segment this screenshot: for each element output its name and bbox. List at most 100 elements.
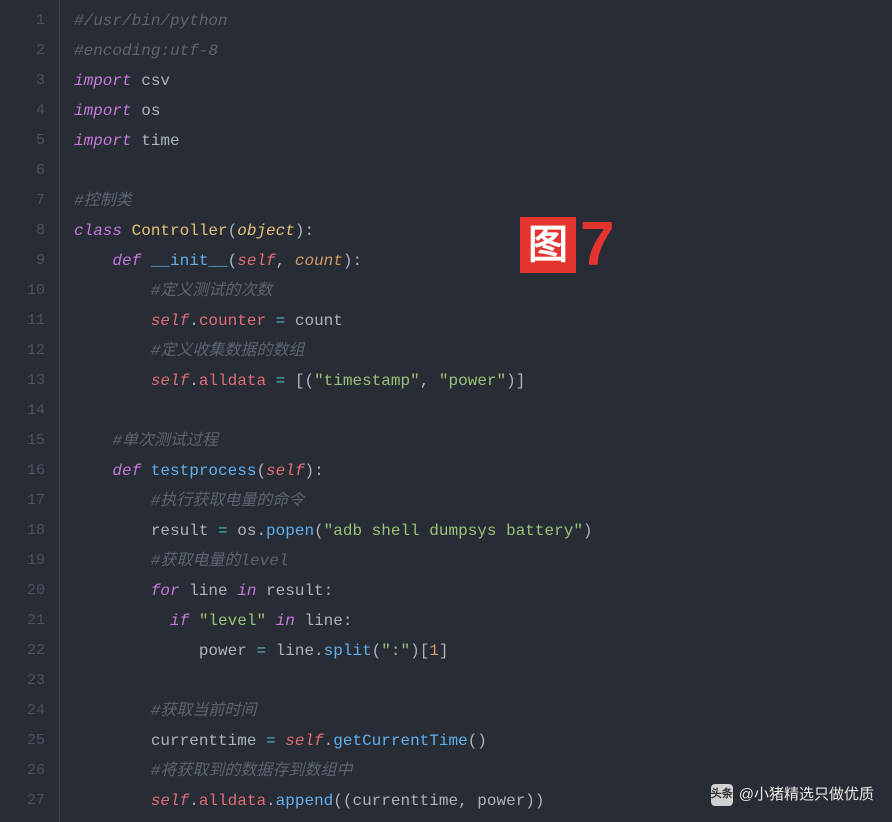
line-number: 26 xyxy=(0,756,45,786)
token-punct: ( xyxy=(228,252,238,270)
token-punct: )] xyxy=(506,372,525,390)
code-line[interactable]: self.alldata = [("timestamp", "power")] xyxy=(74,366,892,396)
token-func: append xyxy=(276,792,334,810)
token-punct: )[ xyxy=(410,642,429,660)
line-number: 27 xyxy=(0,786,45,816)
line-number: 2 xyxy=(0,36,45,66)
token-name: csv xyxy=(132,72,170,90)
token-string: ":" xyxy=(381,642,410,660)
line-number-gutter: 1234567891011121314151617181920212223242… xyxy=(0,0,60,822)
token-comment: #获取当前时间 xyxy=(151,702,257,720)
token-func: popen xyxy=(266,522,314,540)
code-line[interactable]: import os xyxy=(74,96,892,126)
code-area[interactable]: #/usr/bin/python #encoding:utf-8 import cs… xyxy=(60,0,892,822)
token-keyword: if xyxy=(170,612,189,630)
line-number: 19 xyxy=(0,546,45,576)
token-name xyxy=(74,582,151,600)
line-number: 22 xyxy=(0,636,45,666)
code-line[interactable]: #encoding:utf-8 xyxy=(74,36,892,66)
token-punct xyxy=(276,732,286,750)
token-attr: counter xyxy=(199,312,266,330)
token-punct xyxy=(189,612,199,630)
token-func: getCurrentTime xyxy=(333,732,467,750)
code-line[interactable]: #执行获取电量的命令 xyxy=(74,486,892,516)
token-name: result xyxy=(74,522,218,540)
line-number: 15 xyxy=(0,426,45,456)
line-number: 18 xyxy=(0,516,45,546)
line-number: 6 xyxy=(0,156,45,186)
token-punct: line. xyxy=(266,642,324,660)
token-self: self xyxy=(151,372,189,390)
token-punct: . xyxy=(189,792,199,810)
token-punct: [( xyxy=(285,372,314,390)
code-line[interactable]: self.counter = count xyxy=(74,306,892,336)
token-comment: #encoding:utf-8 xyxy=(74,42,218,60)
code-line[interactable]: currenttime = self.getCurrentTime() xyxy=(74,726,892,756)
line-number: 20 xyxy=(0,576,45,606)
token-comment: #/usr/bin/python xyxy=(74,12,228,30)
token-def: class xyxy=(74,222,132,240)
token-comment: #定义收集数据的数组 xyxy=(151,342,305,360)
code-line[interactable] xyxy=(74,666,892,696)
token-punct: , xyxy=(276,252,295,270)
token-comment: #执行获取电量的命令 xyxy=(151,492,305,510)
token-def: def xyxy=(112,252,150,270)
code-line[interactable]: def __init__(self, count): xyxy=(74,246,892,276)
token-punct: : xyxy=(343,612,353,630)
token-self: self xyxy=(237,252,275,270)
token-self: self xyxy=(285,732,323,750)
token-punct: ( xyxy=(256,462,266,480)
token-name: power xyxy=(74,642,256,660)
code-line[interactable]: #定义收集数据的数组 xyxy=(74,336,892,366)
token-punct: . xyxy=(324,732,334,750)
code-line[interactable]: #/usr/bin/python xyxy=(74,6,892,36)
token-param: count xyxy=(295,252,343,270)
token-op: = xyxy=(218,522,228,540)
code-line[interactable]: #定义测试的次数 xyxy=(74,276,892,306)
token-name: line xyxy=(180,582,238,600)
code-line[interactable]: #控制类 xyxy=(74,186,892,216)
token-punct: ] xyxy=(439,642,449,660)
code-line[interactable]: import csv xyxy=(74,66,892,96)
token-name xyxy=(74,252,112,270)
code-line[interactable] xyxy=(74,396,892,426)
token-punct: : xyxy=(324,582,334,600)
token-punct: count xyxy=(285,312,343,330)
code-line[interactable]: #单次测试过程 xyxy=(74,426,892,456)
token-keyword: for xyxy=(151,582,180,600)
code-line[interactable]: import time xyxy=(74,126,892,156)
code-line[interactable]: #获取当前时间 xyxy=(74,696,892,726)
token-builtin: object xyxy=(237,222,295,240)
line-number: 9 xyxy=(0,246,45,276)
line-number: 24 xyxy=(0,696,45,726)
code-line[interactable]: def testprocess(self): xyxy=(74,456,892,486)
code-line[interactable]: result = os.popen("adb shell dumpsys bat… xyxy=(74,516,892,546)
token-name: result xyxy=(256,582,323,600)
token-punct xyxy=(266,372,276,390)
code-line[interactable]: #获取电量的level xyxy=(74,546,892,576)
line-number: 5 xyxy=(0,126,45,156)
token-comment: #单次测试过程 xyxy=(112,432,218,450)
line-number: 7 xyxy=(0,186,45,216)
token-punct: : xyxy=(352,252,362,270)
token-name: currenttime xyxy=(74,732,266,750)
line-number: 25 xyxy=(0,726,45,756)
line-number: 1 xyxy=(0,6,45,36)
token-string: "level" xyxy=(199,612,266,630)
token-name: os xyxy=(132,102,161,120)
code-line[interactable]: for line in result: xyxy=(74,576,892,606)
token-name: time xyxy=(132,132,180,150)
code-line[interactable] xyxy=(74,156,892,186)
token-attr: alldata xyxy=(199,792,266,810)
code-editor[interactable]: 1234567891011121314151617181920212223242… xyxy=(0,0,892,822)
token-punct: os. xyxy=(228,522,266,540)
token-keyword: import xyxy=(74,72,132,90)
token-punct: ( xyxy=(314,522,324,540)
code-line[interactable]: power = line.split(":")[1] xyxy=(74,636,892,666)
code-line[interactable]: if "level" in line: xyxy=(74,606,892,636)
token-number: 1 xyxy=(429,642,439,660)
code-line[interactable]: class Controller(object): xyxy=(74,216,892,246)
token-name xyxy=(74,552,151,570)
line-number: 16 xyxy=(0,456,45,486)
watermark: 头条 @小猪精选只做优质 xyxy=(711,781,874,808)
